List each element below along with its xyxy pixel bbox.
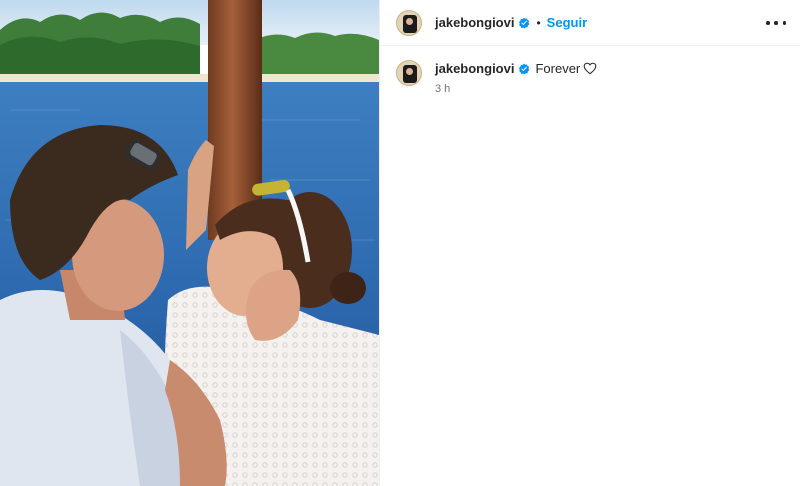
caption-line: jakebongiovi Forever bbox=[435, 60, 597, 77]
post-caption: jakebongiovi Forever 3 h bbox=[396, 60, 784, 98]
avatar-face bbox=[406, 68, 413, 75]
couple-beach-photo bbox=[0, 0, 379, 486]
more-dot bbox=[774, 21, 778, 25]
author-avatar[interactable] bbox=[396, 9, 422, 36]
caption-content: jakebongiovi Forever 3 h bbox=[435, 60, 597, 98]
caption-username[interactable]: jakebongiovi bbox=[435, 60, 514, 77]
more-dot bbox=[782, 21, 786, 25]
separator-dot: • bbox=[536, 15, 541, 30]
author-username[interactable]: jakebongiovi bbox=[435, 15, 514, 30]
verified-badge-icon bbox=[519, 17, 530, 28]
avatar-face bbox=[406, 17, 413, 25]
caption-avatar[interactable] bbox=[396, 60, 422, 86]
post-header: jakebongiovi • Seguir bbox=[380, 0, 800, 46]
follow-button[interactable]: Seguir bbox=[547, 15, 587, 30]
white-heart-icon bbox=[583, 62, 597, 75]
caption-text: Forever bbox=[535, 61, 581, 76]
more-options-icon[interactable] bbox=[766, 13, 786, 33]
post-sidebar: jakebongiovi • Seguir jakebongiovi Forev… bbox=[379, 0, 800, 486]
post-timestamp[interactable]: 3 h bbox=[435, 81, 597, 98]
verified-badge-icon bbox=[519, 63, 530, 74]
instagram-post-view: jakebongiovi • Seguir jakebongiovi Forev… bbox=[0, 0, 800, 486]
more-dot bbox=[766, 21, 770, 25]
post-photo[interactable] bbox=[0, 0, 379, 486]
